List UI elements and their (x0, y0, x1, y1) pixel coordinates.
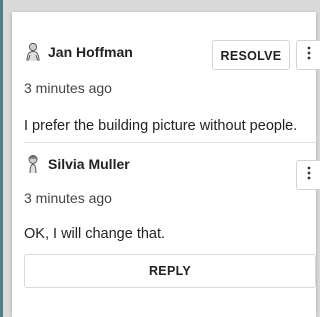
comment-author-row: Silvia Muller (24, 152, 130, 176)
resolve-button[interactable]: RESOLVE (212, 40, 290, 70)
more-vertical-icon (307, 166, 311, 185)
comment-author-name: Silvia Muller (48, 156, 130, 172)
comment-timestamp: 3 minutes ago (24, 190, 112, 206)
accent-bar (0, 0, 3, 317)
comment-author-name: Jan Hoffman (48, 44, 133, 60)
comment-timestamp: 3 minutes ago (24, 80, 112, 96)
comment-thread-panel: Jan Hoffman 3 minutes ago I prefer the b… (12, 12, 320, 317)
comment-text: I prefer the building picture without pe… (24, 118, 298, 134)
divider (24, 142, 316, 143)
comment-text: OK, I will change that. (24, 226, 166, 242)
user-avatar-icon (24, 154, 42, 174)
comment-author-row: Jan Hoffman (24, 40, 133, 64)
user-avatar-icon (24, 42, 42, 62)
reply-button[interactable]: REPLY (24, 254, 316, 288)
more-vertical-icon (307, 46, 311, 65)
more-options-button[interactable] (296, 160, 320, 190)
more-options-button[interactable] (296, 40, 320, 70)
